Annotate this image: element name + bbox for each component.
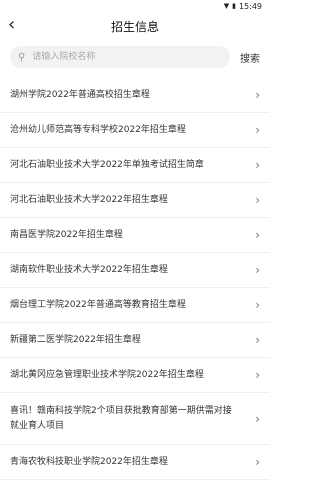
navigation-bar: ‹ 招生信息 [0,12,270,40]
back-arrow-icon[interactable]: ‹ [8,15,15,35]
chevron-right-icon: › [255,123,260,137]
page-title: 招生信息 [110,19,159,34]
list-item[interactable]: 青海农牧科技职业学院2022年招生章程 › [0,445,270,480]
list-item[interactable]: 南昌医学院2022年招生章程 › [0,218,270,253]
list-item-title: 湖州学院2022年普通高校招生章程 [10,89,150,100]
search-button[interactable]: 搜索 [240,50,260,65]
chevron-right-icon: › [255,333,260,347]
list-item[interactable]: 河北石油职业技术大学2022年招生章程 › [0,183,270,218]
battery-icon: ▮ [232,2,236,10]
list-item-title: 沧州幼儿师范高等专科学校2022年招生章程 [10,124,186,135]
search-row: ⚲ 搜索 [0,42,270,72]
list-item[interactable]: 沧州幼儿师范高等专科学校2022年招生章程 › [0,113,270,148]
list-item-title: 湖南软件职业技术大学2022年招生章程 [10,264,168,275]
status-bar: ▼ ▮ 15:49 [0,0,270,12]
list-item-title: 河北石油职业技术大学2022年招生章程 [10,194,168,205]
chevron-right-icon: › [255,455,260,469]
list-item[interactable]: 湖州学院2022年普通高校招生章程 › [0,78,270,113]
list-item[interactable]: 河北石油职业技术大学2022年单独考试招生简章 › [0,148,270,183]
list-item-title: 湖北黄冈应急管理职业技术学院2022年招生章程 [10,369,204,380]
list-item[interactable]: 喜讯！赣南科技学院2个项目获批教育部第一期供需对接就业育人项目 › [0,393,270,445]
chevron-right-icon: › [255,228,260,242]
list-item-title: 新疆第二医学院2022年招生章程 [10,334,141,345]
list-item[interactable]: 湖北黄冈应急管理职业技术学院2022年招生章程 › [0,358,270,393]
chevron-right-icon: › [255,263,260,277]
chevron-right-icon: › [255,193,260,207]
search-icon: ⚲ [18,51,26,63]
list-item-title: 青海农牧科技职业学院2022年招生章程 [10,456,168,467]
chevron-right-icon: › [255,411,260,426]
wifi-icon: ▼ [223,2,230,10]
list-item-title: 河北石油职业技术大学2022年单独考试招生简章 [10,159,204,170]
chevron-right-icon: › [255,158,260,172]
chevron-right-icon: › [255,88,260,102]
chevron-right-icon: › [255,298,260,312]
admission-list: 湖州学院2022年普通高校招生章程 › 沧州幼儿师范高等专科学校2022年招生章… [0,78,270,480]
search-input[interactable] [30,51,195,63]
chevron-right-icon: › [255,368,260,382]
list-item[interactable]: 新疆第二医学院2022年招生章程 › [0,323,270,358]
list-item-title: 喜讯！赣南科技学院2个项目获批教育部第一期供需对接就业育人项目 [10,405,232,431]
list-item-title: 南昌医学院2022年招生章程 [10,229,123,240]
list-item-title: 烟台理工学院2022年普通高等教育招生章程 [10,299,186,310]
search-box[interactable]: ⚲ [10,46,230,68]
list-item[interactable]: 湖南软件职业技术大学2022年招生章程 › [0,253,270,288]
list-item[interactable]: 烟台理工学院2022年普通高等教育招生章程 › [0,288,270,323]
status-time: 15:49 [238,1,262,11]
